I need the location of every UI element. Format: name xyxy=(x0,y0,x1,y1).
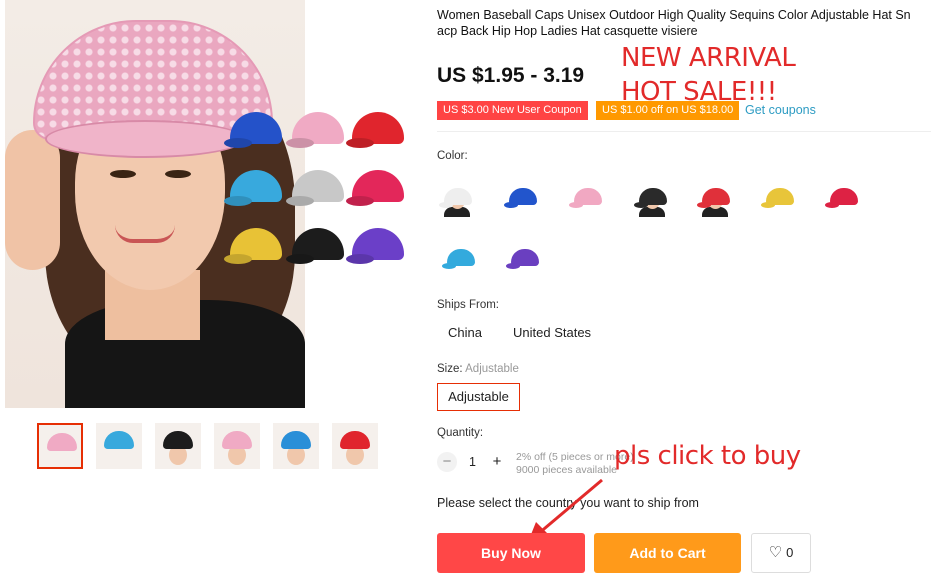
color-swatch[interactable] xyxy=(633,179,671,217)
color-swatch[interactable] xyxy=(760,179,798,217)
cap-icon xyxy=(281,431,311,449)
click-to-buy-annotation: pls click to buy xyxy=(614,441,801,471)
cap-icon xyxy=(230,112,282,144)
cap-icon xyxy=(222,431,252,449)
pink-cap-icon xyxy=(569,188,602,208)
cap-icon xyxy=(292,228,344,260)
cap-icon xyxy=(352,170,404,202)
cap-icon xyxy=(292,170,344,202)
model-red-cap-icon xyxy=(697,188,730,208)
ships-from-option-china[interactable]: China xyxy=(448,325,482,340)
purple-cap-icon xyxy=(506,249,539,269)
add-to-cart-button[interactable]: Add to Cart xyxy=(594,533,741,573)
product-title-line: acp Back Hip Hop Ladies Hat casquette vi… xyxy=(437,24,698,38)
cap-icon xyxy=(104,431,134,449)
heart-icon: ♡ xyxy=(768,544,783,561)
gallery-thumbnail[interactable] xyxy=(273,423,319,469)
cap-icon xyxy=(47,433,77,451)
gold-cap-icon xyxy=(761,188,794,208)
cap-icon xyxy=(292,112,344,144)
cap-color-grid xyxy=(230,112,408,277)
product-price: US $1.95 - 3.19 xyxy=(437,64,585,87)
model-smile xyxy=(115,225,175,243)
size-label: Size: Adjustable xyxy=(437,363,519,375)
gallery-thumbnail[interactable] xyxy=(37,423,83,469)
product-title: Women Baseball Caps Unisex Outdoor High … xyxy=(437,7,931,39)
model-eye xyxy=(165,170,191,178)
ships-from-label: Ships From: xyxy=(437,299,499,311)
cap-icon xyxy=(340,431,370,449)
color-swatch[interactable] xyxy=(824,179,862,217)
product-title-line: Women Baseball Caps Unisex Outdoor High … xyxy=(437,8,911,22)
new-arrival-annotation: NEW ARRIVAL xyxy=(621,43,796,73)
quantity-input[interactable]: 1 xyxy=(469,455,476,469)
buy-now-button[interactable]: Buy Now xyxy=(437,533,585,573)
color-swatch[interactable] xyxy=(438,179,476,217)
gallery-thumbnail[interactable] xyxy=(96,423,142,469)
new-user-coupon-badge[interactable]: US $3.00 New User Coupon xyxy=(437,101,588,120)
model-eye xyxy=(110,170,136,178)
color-swatch[interactable] xyxy=(568,179,606,217)
wishlist-button[interactable]: ♡ 0 xyxy=(751,533,811,573)
quantity-increase-button[interactable]: + xyxy=(487,452,507,472)
main-product-image[interactable] xyxy=(5,0,408,408)
quantity-decrease-button[interactable]: − xyxy=(437,452,457,472)
blue-cap-icon xyxy=(504,188,537,208)
wishlist-count: 0 xyxy=(786,545,794,560)
gallery-thumbnail[interactable] xyxy=(214,423,260,469)
cap-brim xyxy=(45,120,245,158)
gallery-thumbnail[interactable] xyxy=(332,423,378,469)
ships-from-option-us[interactable]: United States xyxy=(513,325,591,340)
gallery-thumbnail[interactable] xyxy=(155,423,201,469)
size-option-adjustable[interactable]: Adjustable xyxy=(437,383,520,411)
size-selected-value: Adjustable xyxy=(465,363,519,375)
quantity-label: Quantity: xyxy=(437,427,484,439)
color-swatch[interactable] xyxy=(503,179,541,217)
model-black-cap-icon xyxy=(634,188,667,208)
color-swatch[interactable] xyxy=(441,240,479,278)
cap-icon xyxy=(352,228,404,260)
cap-icon xyxy=(230,170,282,202)
color-label: Color: xyxy=(437,150,468,162)
model-white-cap-icon xyxy=(439,188,472,208)
model-hand xyxy=(5,130,60,270)
store-coupon-badge[interactable]: US $1.00 off on US $18.00 xyxy=(596,101,740,120)
cap-icon xyxy=(352,112,404,144)
divider xyxy=(437,131,931,132)
size-label-text: Size: xyxy=(437,363,463,375)
sky-blue-cap-icon xyxy=(442,249,475,269)
red-cap-icon xyxy=(825,188,858,208)
get-coupons-link[interactable]: Get coupons xyxy=(745,103,816,117)
cap-icon xyxy=(163,431,193,449)
cap-icon xyxy=(230,228,282,260)
color-swatch[interactable] xyxy=(505,240,543,278)
color-swatch[interactable] xyxy=(696,179,734,217)
